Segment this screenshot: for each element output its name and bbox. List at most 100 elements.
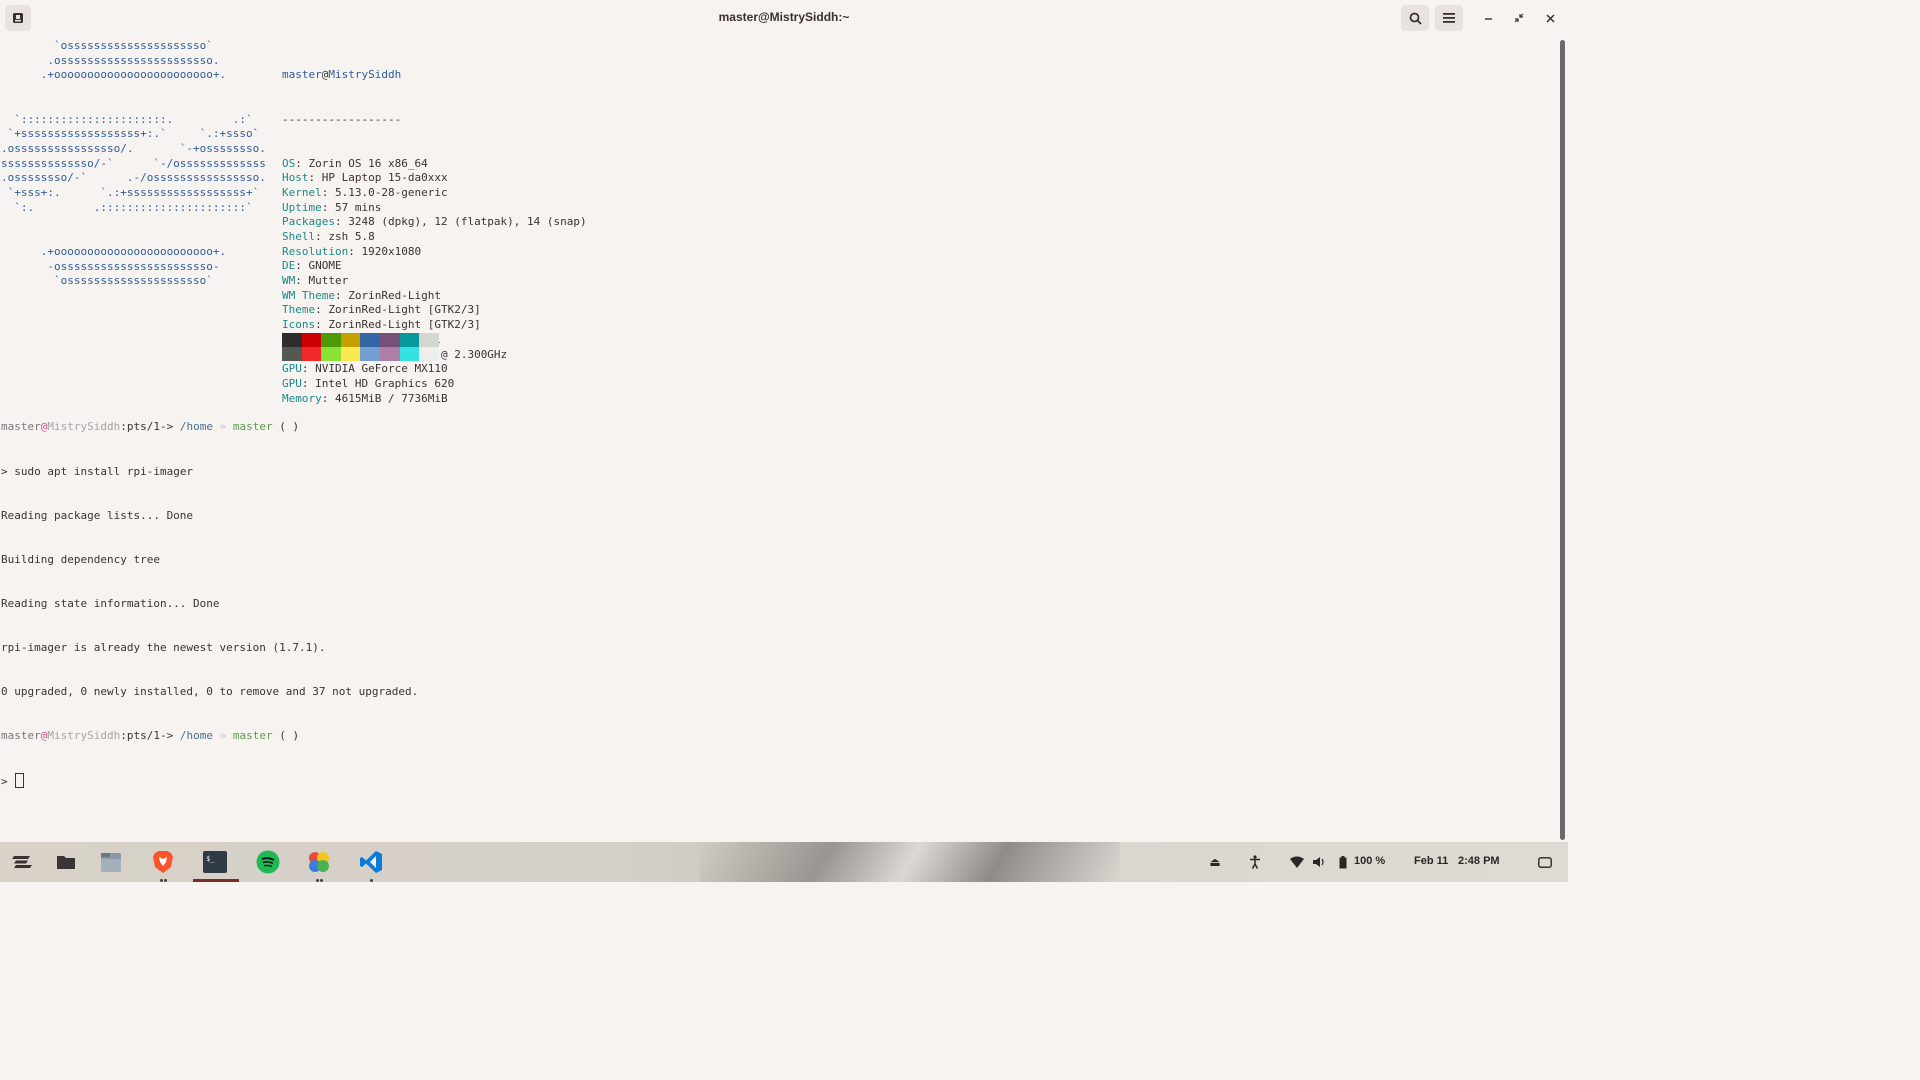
info-key: Uptime [282,200,322,214]
info-fields: OS: Zorin OS 16 x86_64 Host: HP Laptop 15… [282,157,587,407]
brave-icon [153,851,173,873]
search-icon [1409,12,1422,25]
info-key: Shell [282,230,316,244]
info-value: NVIDIA GeForce MX110 [315,362,448,376]
palette-row-bright [282,347,439,361]
info-field: DE: GNOME [282,259,342,273]
files-icon [57,856,75,869]
vscode-button[interactable] [357,848,385,876]
palette-swatch [419,347,439,361]
date-label[interactable]: Feb 11 [1414,855,1448,867]
svg-text:$_: $_ [206,855,215,863]
palette-swatch [419,333,439,347]
info-key: Theme [282,303,316,317]
neofetch-info: master@MistrySiddh ------------------ OS… [282,39,587,436]
battery-icon[interactable] [1335,854,1351,870]
menu-button[interactable] [1435,5,1463,31]
palette-swatch [360,333,380,347]
info-field: Theme: ZorinRed-Light [GTK2/3] [282,303,481,317]
output-line: rpi-imager is already the newest version… [1,640,326,654]
text-cursor [15,773,25,789]
palette-swatch [379,333,400,347]
restore-icon [1514,13,1524,23]
search-button[interactable] [1401,5,1429,31]
palette-swatch [321,347,341,361]
info-field: GPU: NVIDIA GeForce MX110 [282,362,448,376]
palette-swatch [321,333,341,347]
info-field: OS: Zorin OS 16 x86_64 [282,156,428,170]
info-field: Icons: ZorinRed-Light [GTK2/3] [282,318,481,332]
brave-browser-button[interactable] [149,848,177,876]
info-field: Host: HP Laptop 15-da0xxx [282,171,448,185]
close-icon [1545,13,1555,23]
output-line: 0 upgraded, 0 newly installed, 0 to remo… [1,684,419,698]
wallpaper-fragment [700,842,1120,882]
spotify-button[interactable] [254,848,282,876]
volume-icon[interactable] [1311,854,1327,870]
output-line: Reading state information... Done [1,596,220,610]
info-value: 5.13.0-28-generic [335,185,448,199]
spotify-icon [256,850,280,874]
active-app-indicator [193,879,239,882]
battery-percent[interactable]: 100 % [1354,855,1385,867]
terminal-output: master@MistrySiddh:pts/1-> /home » maste… [1,391,418,817]
info-key: OS [282,156,296,170]
info-value: zsh 5.8 [328,230,375,244]
wifi-icon[interactable] [1289,854,1305,870]
user-host-line: master@MistrySiddh [282,68,587,83]
info-field: Packages: 3248 (dpkg), 12 (flatpak), 14 … [282,215,587,229]
zorin-menu-icon [12,856,32,868]
palette-swatch [360,347,380,361]
prompt-line: master@MistrySiddh:pts/1-> /home » maste… [1,420,300,434]
file-manager-icon [101,853,121,872]
info-key: DE [282,259,296,273]
notifications-icon[interactable] [1537,854,1553,870]
info-field: Kernel: 5.13.0-28-generic [282,185,448,199]
running-indicator [160,879,163,882]
info-value: Zorin OS 16 x86_64 [308,156,428,170]
palette-swatch [379,347,400,361]
terminal-icon: $_ [203,851,227,873]
restore-button[interactable] [1509,8,1529,28]
username: master [282,68,322,82]
info-value: 57 mins [335,200,382,214]
files-button[interactable] [52,848,80,876]
hamburger-icon [1443,13,1455,23]
terminal-area[interactable]: `osssssssssssssssssssso` .osssssssssssss… [0,37,1556,842]
info-value: GNOME [308,259,342,273]
running-indicator [164,879,167,882]
palette-swatch [301,347,322,361]
info-field: WM: Mutter [282,274,349,288]
taskbar: $_ ⏏ 100 % Feb 11 2:48 PM [0,842,1568,882]
running-indicator [320,879,323,882]
file-manager-button[interactable] [97,848,125,876]
close-button[interactable] [1540,8,1560,28]
palette-swatch [399,333,420,347]
palette-swatch [340,333,361,347]
input-line[interactable]: > [1,773,418,789]
minimize-button[interactable] [1478,8,1498,28]
prompt-line: master@MistrySiddh:pts/1-> /home » maste… [1,729,300,743]
time-label[interactable]: 2:48 PM [1458,855,1500,867]
scrollbar[interactable] [1560,40,1565,840]
title-bar: master@MistrySiddh:~ [0,0,1568,37]
eject-icon[interactable]: ⏏ [1207,854,1223,870]
terminal-button[interactable]: $_ [201,848,229,876]
accessibility-icon[interactable] [1247,854,1263,870]
vscode-icon [360,851,382,873]
info-key: Resolution [282,244,349,258]
separator-line: ------------------ [282,112,402,126]
info-value: ZorinRed-Light [348,288,441,302]
info-field: Resolution: 1920x1080 [282,244,422,258]
info-value: HP Laptop 15-da0xxx [321,171,448,185]
command-line: > sudo apt install rpi-imager [1,464,194,478]
photos-button[interactable] [305,848,333,876]
running-indicator [370,879,373,882]
window-title: master@MistrySiddh:~ [718,10,850,24]
zorin-menu-button[interactable] [8,848,36,876]
palette-swatch [282,333,302,347]
palette-row-normal [282,333,439,347]
info-value: 3248 (dpkg), 12 (flatpak), 14 (snap) [348,215,587,229]
info-key: Icons [282,318,316,332]
output-line: Building dependency tree [1,552,160,566]
